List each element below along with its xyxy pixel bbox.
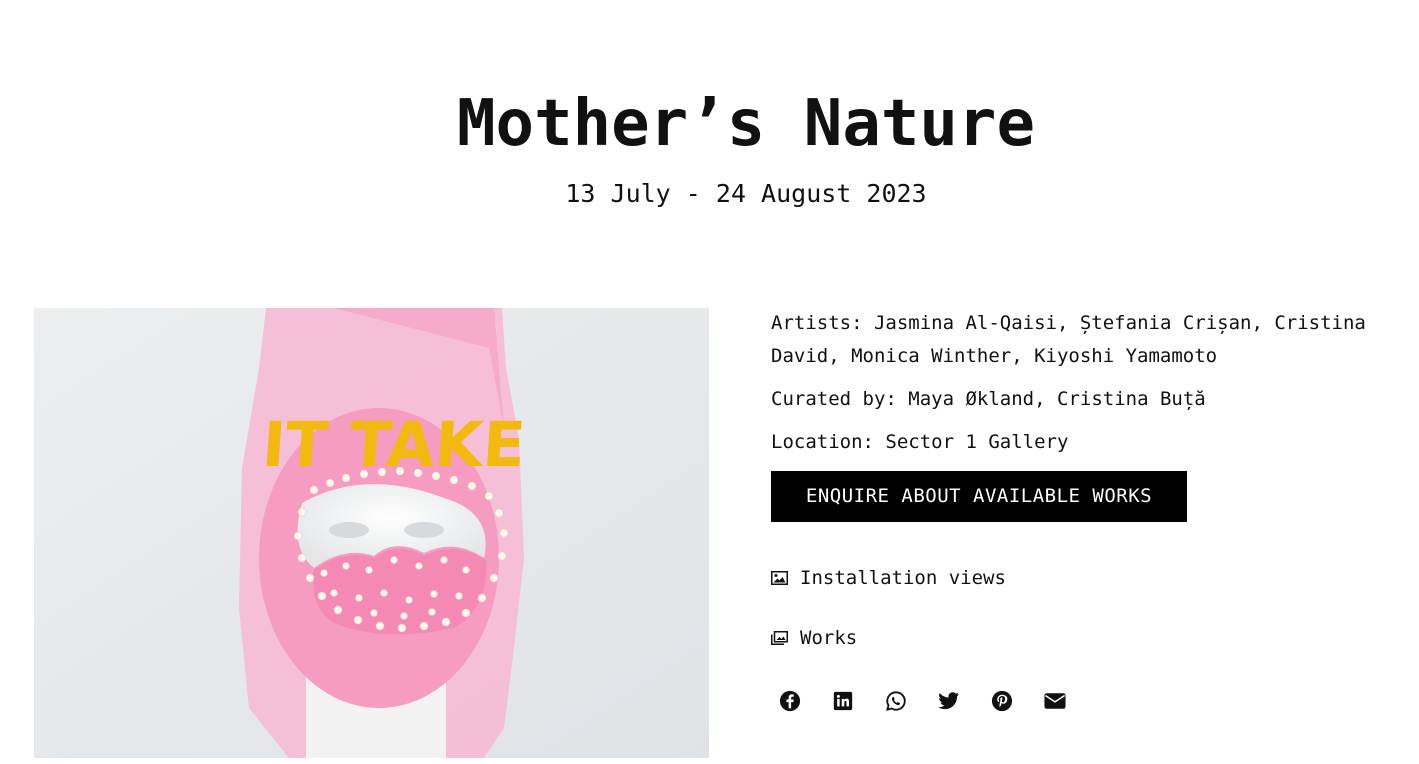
linkedin-icon[interactable] [831, 689, 855, 713]
image-icon [771, 571, 788, 585]
artists-label: Artists: [771, 312, 863, 334]
installation-views-label: Installation views [800, 567, 1006, 589]
curators-list: Maya Økland, Cristina Buță [908, 388, 1206, 410]
page-title: Mother’s Nature [457, 87, 1035, 161]
curated-label: Curated by: [771, 388, 897, 410]
curated-line: Curated by: Maya Økland, Cristina Buță [771, 383, 1401, 416]
artists-line: Artists: Jasmina Al-Qaisi, Ștefania Criș… [771, 307, 1401, 373]
location-label: Location: [771, 431, 874, 453]
location-value: Sector 1 Gallery [885, 431, 1069, 453]
enquire-button[interactable]: ENQUIRE ABOUT AVAILABLE WORKS [771, 471, 1187, 522]
exhibition-dates: 13 July - 24 August 2023 [565, 179, 927, 208]
exhibition-page: Mother’s Nature 13 July - 24 August 2023 [0, 0, 1419, 764]
email-icon[interactable] [1043, 689, 1067, 713]
images-icon [771, 631, 788, 645]
featured-artwork-image[interactable]: IT TAKE [34, 308, 709, 758]
twitter-icon[interactable] [937, 689, 961, 713]
exhibition-details: Artists: Jasmina Al-Qaisi, Ștefania Criș… [771, 307, 1401, 522]
location-line: Location: Sector 1 Gallery [771, 426, 1401, 459]
facebook-icon[interactable] [778, 689, 802, 713]
works-label: Works [800, 627, 858, 649]
installation-views-link[interactable]: Installation views [771, 566, 1006, 590]
pinterest-icon[interactable] [990, 689, 1014, 713]
share-links [778, 689, 1067, 713]
works-link[interactable]: Works [771, 626, 857, 650]
whatsapp-icon[interactable] [884, 689, 908, 713]
mask-text: IT TAKE [260, 408, 528, 481]
